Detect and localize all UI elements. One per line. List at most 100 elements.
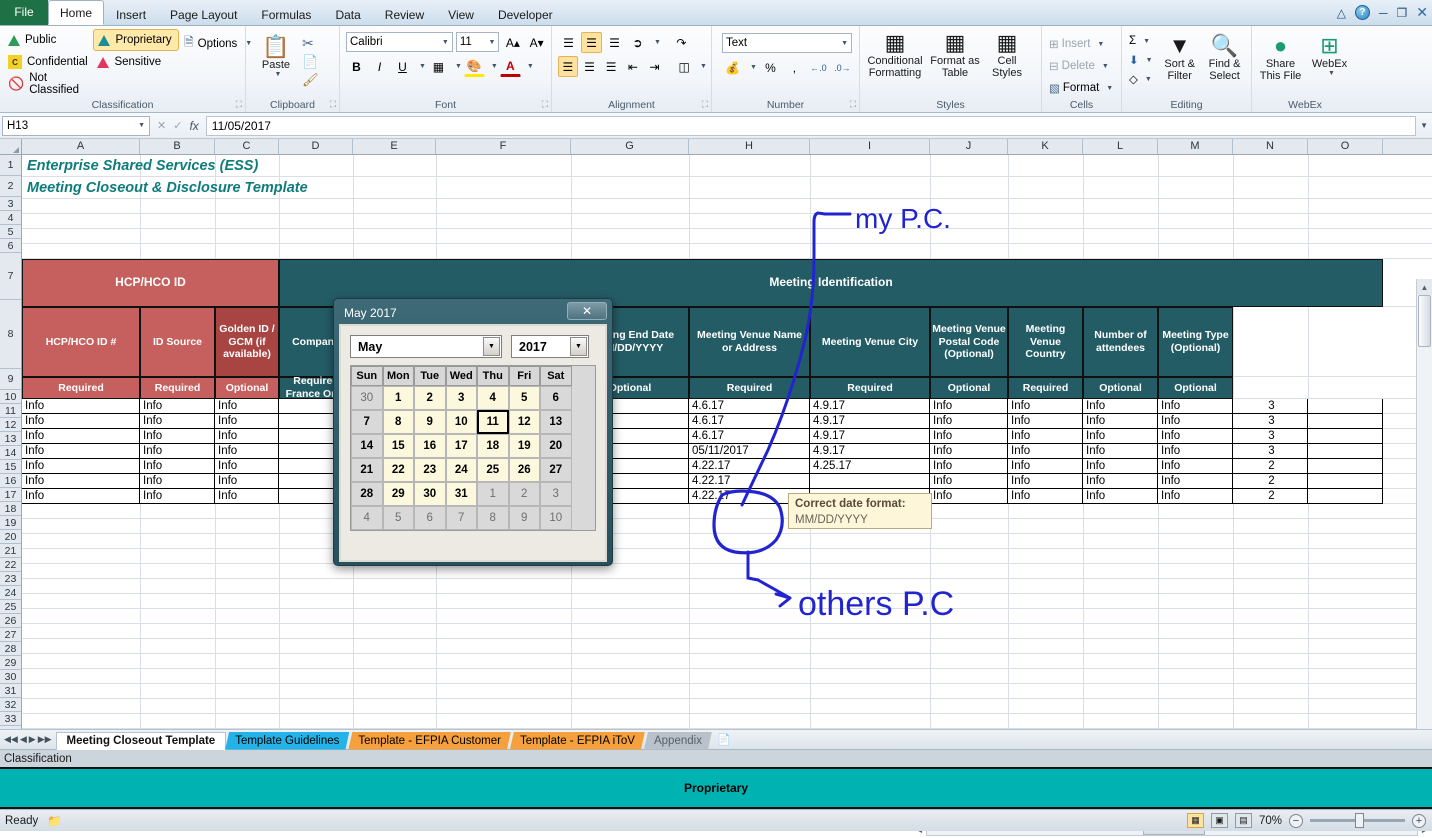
cell-I14[interactable]: 4.25.17 xyxy=(810,459,930,474)
cell-B16[interactable]: Info xyxy=(140,489,215,504)
cell-I13[interactable]: 4.9.17 xyxy=(810,444,930,459)
first-sheet-icon[interactable]: ◀◀ xyxy=(4,734,18,745)
cell-C15[interactable]: Info xyxy=(215,474,279,489)
sheet-tab-template-efpia-itov[interactable]: Template - EFPIA iToV xyxy=(510,732,645,750)
cell-M12[interactable]: Info xyxy=(1158,429,1233,444)
row-header-34[interactable]: 34 xyxy=(0,726,21,729)
cell-B13[interactable]: Info xyxy=(140,444,215,459)
column-header-O[interactable]: O xyxy=(1308,139,1383,154)
cell-styles-button[interactable]: ▦ Cell Styles xyxy=(984,29,1030,97)
calendar-day-28[interactable]: 28 xyxy=(351,482,383,506)
cell-B10[interactable]: Info xyxy=(140,399,215,414)
year-select[interactable]: 2017 ▼ xyxy=(511,335,589,358)
scroll-up-icon[interactable]: ▲ xyxy=(1417,279,1432,295)
row-header-4[interactable]: 4 xyxy=(0,211,21,225)
cell-O14[interactable] xyxy=(1308,459,1383,474)
name-box[interactable]: H13 ▼ xyxy=(2,115,150,136)
cell-M14[interactable]: Info xyxy=(1158,459,1233,474)
calendar-day-2[interactable]: 2 xyxy=(508,482,540,506)
cell-M10[interactable]: Info xyxy=(1158,399,1233,414)
column-header-N[interactable]: N xyxy=(1233,139,1308,154)
calendar-day-13[interactable]: 13 xyxy=(540,410,572,434)
cell-J12[interactable]: Info xyxy=(930,429,1008,444)
number-dialog-launcher-icon[interactable]: ⛶ xyxy=(850,99,856,110)
chevron-down-icon[interactable]: ▼ xyxy=(487,63,498,70)
row-header-19[interactable]: 19 xyxy=(0,516,21,530)
calendar-day-25[interactable]: 25 xyxy=(477,458,509,482)
cell-B12[interactable]: Info xyxy=(140,429,215,444)
select-all-corner[interactable] xyxy=(0,139,22,154)
cell-B15[interactable]: Info xyxy=(140,474,215,489)
calendar-day-22[interactable]: 22 xyxy=(382,458,414,482)
borders-button[interactable]: ▦ xyxy=(428,56,449,77)
column-header-A[interactable]: A xyxy=(22,139,140,154)
cell-K16[interactable]: Info xyxy=(1008,489,1083,504)
calendar-day-14[interactable]: 14 xyxy=(351,434,383,458)
row-header-21[interactable]: 21 xyxy=(0,544,21,558)
minimize-icon[interactable]: ─ xyxy=(1379,6,1388,20)
row-header-24[interactable]: 24 xyxy=(0,586,21,600)
sheet-tab-template-guidelines[interactable]: Template Guidelines xyxy=(225,732,349,750)
cell-A16[interactable]: Info xyxy=(22,489,140,504)
row-header-18[interactable]: 18 xyxy=(0,502,21,516)
next-sheet-icon[interactable]: ▶ xyxy=(29,734,36,745)
chevron-down-icon[interactable]: ▼ xyxy=(570,337,587,356)
classification-not-classified[interactable]: 🚫 Not Classified xyxy=(4,72,93,96)
cell-M11[interactable]: Info xyxy=(1158,414,1233,429)
calendar-day-20[interactable]: 20 xyxy=(540,434,572,458)
clipboard-dialog-launcher-icon[interactable]: ⛶ xyxy=(330,99,336,110)
cell-N12[interactable]: 3 xyxy=(1233,429,1308,444)
cell-L11[interactable]: Info xyxy=(1083,414,1158,429)
calendar-day-11[interactable]: 11 xyxy=(477,410,509,434)
number-format-combo[interactable]: Text ▼ xyxy=(722,33,852,53)
percent-style-button[interactable]: % xyxy=(760,57,781,78)
sheet-nav-buttons[interactable]: ◀◀ ◀ ▶ ▶▶ xyxy=(0,734,56,745)
font-name-combo[interactable]: Calibri ▼ xyxy=(346,32,453,52)
cell-K14[interactable]: Info xyxy=(1008,459,1083,474)
date-picker-close-button[interactable]: ✕ xyxy=(567,302,607,320)
cell-M15[interactable]: Info xyxy=(1158,474,1233,489)
merge-center-button[interactable]: ◫ xyxy=(674,56,694,77)
cell-N15[interactable]: 2 xyxy=(1233,474,1308,489)
calendar-day-1[interactable]: 1 xyxy=(477,482,509,506)
cell-O11[interactable] xyxy=(1308,414,1383,429)
cell-I15[interactable] xyxy=(810,474,930,489)
classification-confidential[interactable]: C Confidential xyxy=(4,51,93,73)
format-cells-button[interactable]: ▧ Format ▼ xyxy=(1046,77,1117,99)
cell-L12[interactable]: Info xyxy=(1083,429,1158,444)
insert-cells-button[interactable]: ⊞ Insert ▼ xyxy=(1046,33,1117,55)
delete-cells-button[interactable]: ⊟ Delete ▼ xyxy=(1046,55,1117,77)
format-as-table-button[interactable]: ▦ Format as Table xyxy=(926,29,984,97)
row-header-7[interactable]: 7 xyxy=(0,253,21,300)
cell-J11[interactable]: Info xyxy=(930,414,1008,429)
column-header-L[interactable]: L xyxy=(1083,139,1158,154)
cell-A11[interactable]: Info xyxy=(22,414,140,429)
cell-A12[interactable]: Info xyxy=(22,429,140,444)
sheet-tab-appendix[interactable]: Appendix xyxy=(644,732,712,750)
cell-K15[interactable]: Info xyxy=(1008,474,1083,489)
chevron-down-icon[interactable]: ▼ xyxy=(696,63,707,70)
column-header-J[interactable]: J xyxy=(930,139,1008,154)
cell-J13[interactable]: Info xyxy=(930,444,1008,459)
cell-H12[interactable]: 4.6.17 xyxy=(689,429,810,444)
column-header-B[interactable]: B xyxy=(140,139,215,154)
tab-page-layout[interactable]: Page Layout xyxy=(158,3,249,25)
cell-N11[interactable]: 3 xyxy=(1233,414,1308,429)
calendar-day-6[interactable]: 6 xyxy=(540,386,572,410)
classification-proprietary[interactable]: Proprietary xyxy=(93,29,179,51)
cell-K13[interactable]: Info xyxy=(1008,444,1083,459)
cell-C12[interactable]: Info xyxy=(215,429,279,444)
row-header-33[interactable]: 33 xyxy=(0,712,21,726)
cell-H13[interactable]: 05/11/2017 xyxy=(689,444,810,459)
sheet-tab-template-efpia-customer[interactable]: Template - EFPIA Customer xyxy=(348,732,511,750)
minimize-ribbon-icon[interactable]: △ xyxy=(1337,6,1346,20)
column-header-M[interactable]: M xyxy=(1158,139,1233,154)
column-header-C[interactable]: C xyxy=(215,139,279,154)
calendar-day-30[interactable]: 30 xyxy=(414,482,446,506)
cell-A13[interactable]: Info xyxy=(22,444,140,459)
cell-N14[interactable]: 2 xyxy=(1233,459,1308,474)
row-header-17[interactable]: 17 xyxy=(0,488,21,502)
row-header-6[interactable]: 6 xyxy=(0,239,21,253)
cell-C16[interactable]: Info xyxy=(215,489,279,504)
cell-M16[interactable]: Info xyxy=(1158,489,1233,504)
